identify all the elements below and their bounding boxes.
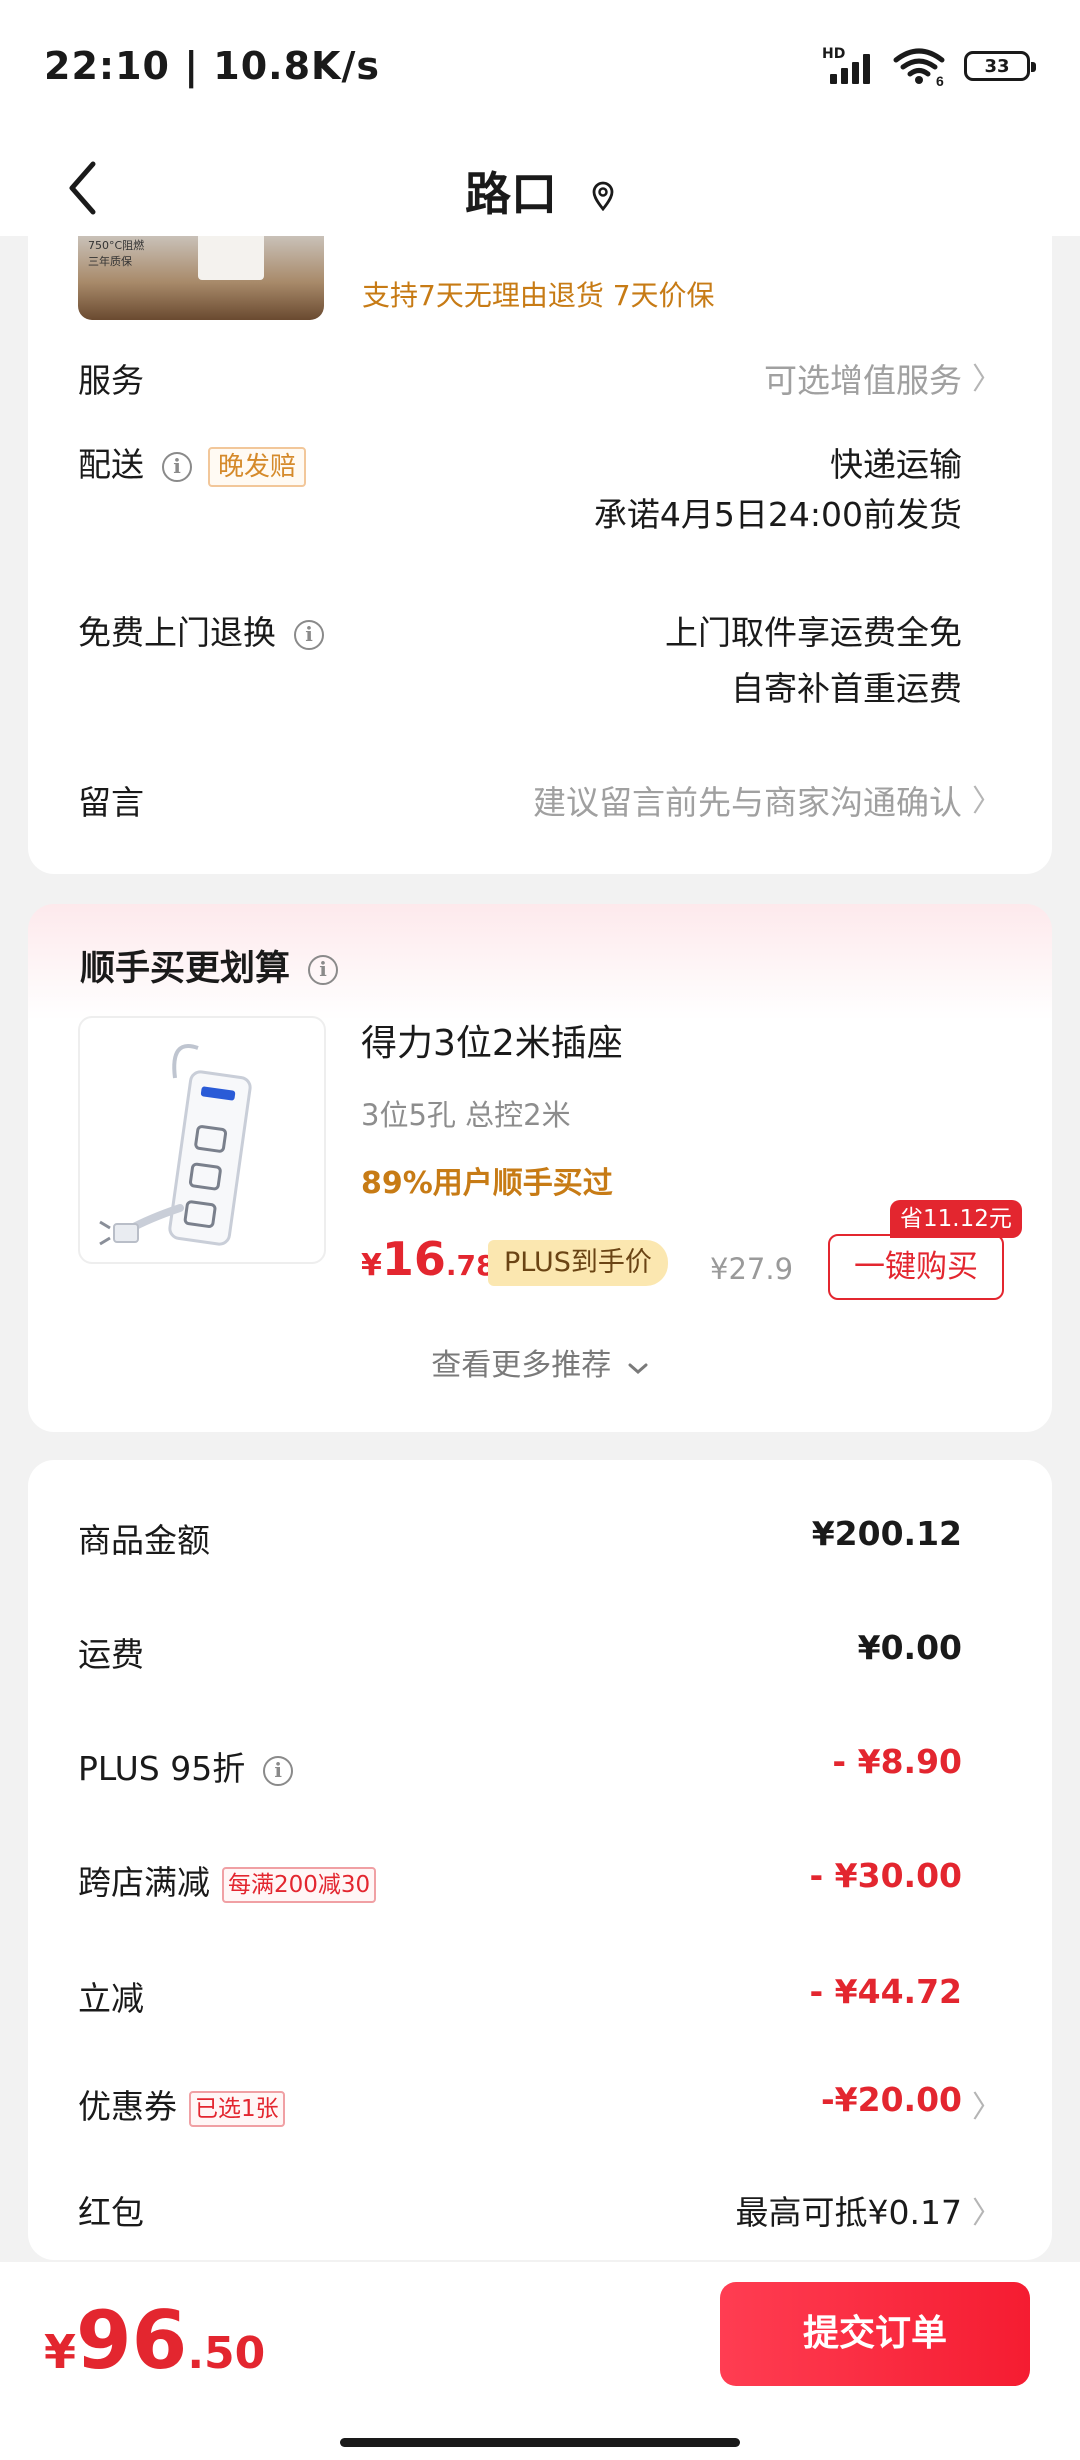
- home-indicator[interactable]: [340, 2438, 740, 2447]
- chevron-right-icon: 〉: [972, 362, 1002, 397]
- return-policy: 支持7天无理由退货 7天价保: [362, 279, 715, 312]
- plus-price-badge: PLUS到手价: [488, 1240, 668, 1286]
- total-price: ¥96.50: [44, 2294, 266, 2387]
- plus-discount-row: PLUS 95折 i - ¥8.90: [78, 1742, 1002, 1792]
- coupon-value: -¥20.00: [820, 2080, 962, 2119]
- price-breakdown-card: 商品金额 ¥200.12 运费 ¥0.00 PLUS 95折 i - ¥8.90 …: [28, 1460, 1052, 2260]
- coupon-label: 优惠券: [78, 2087, 177, 2126]
- signal-icon: HD: [822, 46, 874, 84]
- savings-badge: 省11.12元: [890, 1200, 1022, 1238]
- shipping-fee-value: ¥0.00: [857, 1628, 962, 1667]
- instant-discount-label: 立减: [78, 1979, 144, 2018]
- cross-store-discount-label: 跨店满减: [78, 1863, 210, 1902]
- product-thumbnail[interactable]: 750°C阻燃 三年质保: [78, 236, 324, 320]
- info-icon[interactable]: i: [294, 619, 324, 650]
- recommended-product-image[interactable]: [78, 1016, 326, 1264]
- checkout-bar: ¥96.50 提交订单: [0, 2262, 1080, 2460]
- late-delivery-tag: 晚发赔: [208, 446, 307, 487]
- status-bar: 22:10 | 10.8K/s HD 6 33: [0, 0, 1080, 140]
- battery-level: 33: [984, 55, 1010, 77]
- goods-amount-row: 商品金额 ¥200.12: [78, 1514, 1002, 1564]
- goods-amount-label: 商品金额: [78, 1521, 210, 1560]
- recommended-product-name[interactable]: 得力3位2米插座: [361, 1014, 623, 1066]
- page-title-text: 路口: [464, 167, 557, 221]
- recommended-product-spec: 3位5孔 总控2米: [361, 1098, 571, 1132]
- submit-order-button[interactable]: 提交订单: [720, 2282, 1030, 2386]
- free-return-row[interactable]: 免费上门退换 i 上门取件享运费全免 自寄补首重运费: [78, 606, 1002, 716]
- product-thumbnail-text: 750°C阻燃 三年质保: [88, 239, 145, 268]
- original-price: ¥27.9: [710, 1252, 794, 1286]
- free-return-label: 免费上门退换: [78, 613, 276, 652]
- shipping-fee-label: 运费: [78, 1635, 144, 1674]
- cross-store-discount-value: - ¥30.00: [809, 1856, 962, 1895]
- location-pin-icon: [591, 168, 615, 222]
- service-label: 服务: [78, 361, 144, 400]
- bought-together-rate: 89%用户顺手买过: [361, 1166, 613, 1201]
- info-icon[interactable]: i: [263, 1755, 294, 1786]
- service-row[interactable]: 服务 可选增值服务 〉: [78, 354, 1002, 404]
- one-click-buy-button[interactable]: 一键购买: [828, 1234, 1004, 1300]
- goods-amount-value: ¥200.12: [811, 1514, 962, 1553]
- plus-discount-label: PLUS 95折: [78, 1749, 246, 1788]
- nav-header: 路口: [0, 140, 1080, 236]
- recommended-product-price: ¥16.78: [361, 1232, 496, 1286]
- free-return-line1: 上门取件享运费全免: [665, 613, 962, 652]
- more-recommendations-label: 查看更多推荐: [431, 1348, 612, 1383]
- message-label: 留言: [78, 783, 144, 822]
- recommendation-title: 顺手买更划算: [80, 949, 291, 989]
- instant-discount-value: - ¥44.72: [809, 1972, 962, 2011]
- delivery-promise: 承诺4月5日24:00前发货: [593, 495, 962, 534]
- instant-discount-row: 立减 - ¥44.72: [78, 1972, 1002, 2022]
- message-row[interactable]: 留言 建议留言前先与商家沟通确认 〉: [78, 776, 1002, 826]
- page-title[interactable]: 路口: [0, 158, 1080, 224]
- red-packet-label: 红包: [78, 2193, 144, 2232]
- recommendation-card: 顺手买更划算 i 得力3位2米插座 3位5孔 总控2米 89%用户顺手买过 ¥16…: [28, 904, 1052, 1432]
- info-icon[interactable]: i: [308, 955, 339, 985]
- chevron-down-icon: [627, 1349, 649, 1384]
- delivery-method: 快递运输: [830, 445, 962, 484]
- free-return-line2: 自寄补首重运费: [731, 669, 962, 708]
- shipping-fee-row: 运费 ¥0.00: [78, 1628, 1002, 1678]
- battery-icon: 33: [964, 51, 1036, 81]
- status-icons: HD 6 33: [822, 46, 1036, 86]
- coupon-row[interactable]: 优惠券 已选1张 -¥20.00 〉: [78, 2080, 1002, 2130]
- cross-store-rule-tag: 每满200减30: [222, 1866, 377, 1903]
- more-recommendations-link[interactable]: 查看更多推荐: [28, 1340, 1052, 1384]
- delivery-row[interactable]: 配送 i 晚发赔 快递运输 承诺4月5日24:00前发货: [78, 438, 1002, 548]
- status-time: 22:10 | 10.8K/s: [44, 44, 380, 88]
- message-placeholder[interactable]: 建议留言前先与商家沟通确认: [533, 776, 962, 824]
- info-icon[interactable]: i: [162, 451, 192, 482]
- red-packet-row[interactable]: 红包 最高可抵¥0.17 〉: [78, 2186, 1002, 2236]
- chevron-right-icon: 〉: [972, 2090, 1002, 2125]
- wifi-badge: 6: [936, 73, 944, 86]
- delivery-label: 配送: [78, 445, 144, 484]
- plus-discount-value: - ¥8.90: [832, 1742, 962, 1781]
- chevron-right-icon: 〉: [972, 784, 1002, 819]
- order-info-card: 750°C阻燃 三年质保 支持7天无理由退货 7天价保 服务 可选增值服务 〉 …: [28, 236, 1052, 874]
- chevron-right-icon: 〉: [972, 2196, 1002, 2231]
- coupon-selected-tag: 已选1张: [189, 2090, 285, 2127]
- service-value: 可选增值服务: [764, 361, 962, 400]
- red-packet-value: 最高可抵¥0.17: [735, 2193, 962, 2232]
- cross-store-discount-row: 跨店满减 每满200减30 - ¥30.00: [78, 1856, 1002, 1906]
- wifi-icon: 6: [893, 48, 945, 86]
